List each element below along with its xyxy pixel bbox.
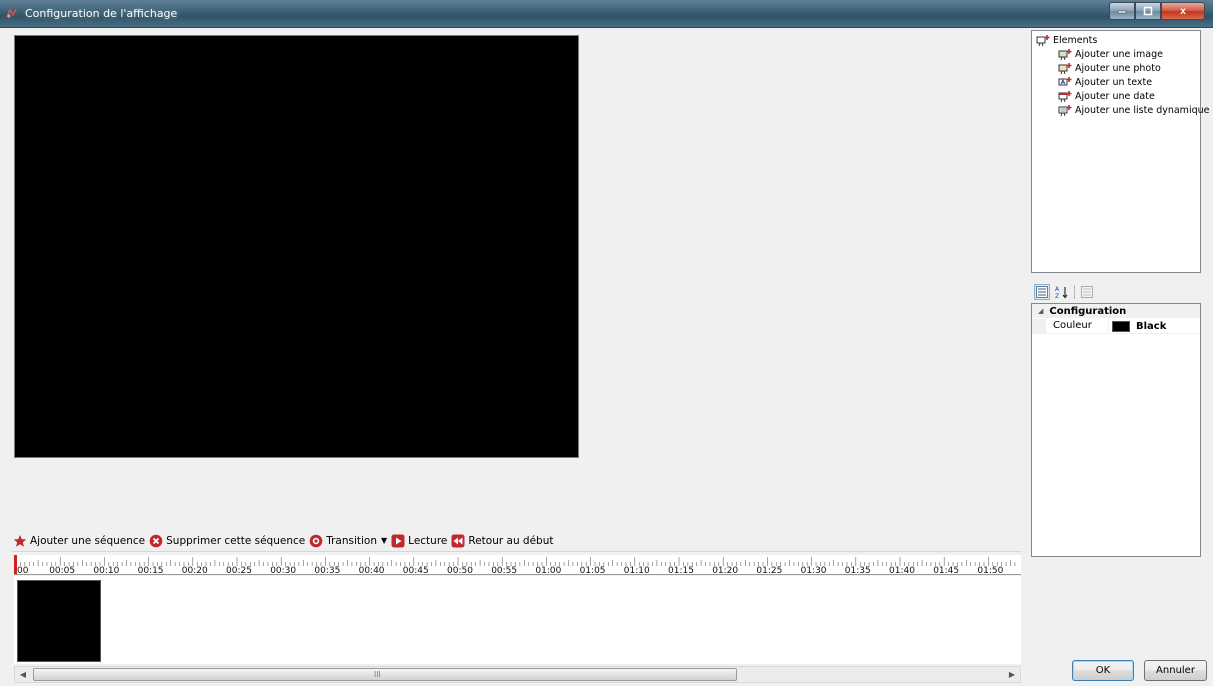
add-list-icon bbox=[1058, 104, 1072, 117]
categorized-view-button[interactable] bbox=[1034, 284, 1050, 300]
scroll-right-icon[interactable]: ▶ bbox=[1004, 667, 1020, 682]
property-value-text: Black bbox=[1136, 320, 1167, 332]
cancel-button[interactable]: Annuler bbox=[1144, 660, 1207, 681]
tree-item-label: Ajouter une date bbox=[1075, 91, 1155, 102]
tree-root-label: Elements bbox=[1053, 35, 1098, 46]
rewind-icon bbox=[451, 534, 465, 548]
add-photo-icon bbox=[1058, 62, 1072, 75]
tree-item-add-text[interactable]: Ajouter un texte bbox=[1058, 76, 1152, 89]
property-name: Couleur bbox=[1032, 319, 1104, 333]
ruler-label: 01:50 bbox=[977, 566, 1003, 575]
tree-item-label: Ajouter un texte bbox=[1075, 77, 1153, 88]
ruler-label: 01:35 bbox=[845, 566, 871, 575]
property-grid: ◢ Configuration Couleur Black bbox=[1031, 303, 1201, 557]
ok-button[interactable]: OK bbox=[1072, 660, 1134, 681]
ruler-label: 00:50 bbox=[447, 566, 473, 575]
transition-dropdown[interactable]: Transition ▼ bbox=[309, 534, 387, 548]
preview-canvas[interactable] bbox=[14, 35, 579, 458]
window-controls: x bbox=[1109, 2, 1205, 20]
property-pages-icon bbox=[1081, 286, 1093, 298]
delete-sequence-button[interactable]: Supprimer cette séquence bbox=[149, 534, 305, 548]
tree-item-label: Ajouter une liste dynamique bbox=[1075, 105, 1210, 116]
property-category-label: Configuration bbox=[1049, 305, 1127, 317]
ruler-label: 01:25 bbox=[756, 566, 782, 575]
ruler-label: 00:40 bbox=[359, 566, 385, 575]
chevron-down-icon: ▼ bbox=[381, 536, 388, 545]
ruler-label: 00:05 bbox=[49, 566, 75, 575]
ruler-label: 00:25 bbox=[226, 566, 252, 575]
tree-item-label: Ajouter une image bbox=[1075, 49, 1163, 60]
ruler-label: 01:15 bbox=[668, 566, 694, 575]
ruler-label: 00 bbox=[17, 566, 29, 575]
sort-az-icon: A Z bbox=[1055, 286, 1068, 299]
transition-icon bbox=[309, 534, 323, 548]
scrollbar-thumb[interactable]: III bbox=[33, 668, 737, 681]
ruler-label: 00:35 bbox=[314, 566, 340, 575]
add-text-icon bbox=[1058, 76, 1072, 89]
ruler-ticks: 00 00:05 00:10 00:15 00:20 00:25 00:30 00:35 00:… bbox=[15, 557, 1016, 575]
tree-item-add-photo[interactable]: Ajouter une photo bbox=[1058, 62, 1161, 75]
tree-root-elements[interactable]: Elements bbox=[1036, 34, 1097, 47]
timeline-scrollbar[interactable]: ◀ III ▶ bbox=[14, 666, 1021, 683]
ruler-label: 00:20 bbox=[182, 566, 208, 575]
title-bar: Configuration de l'affichage x bbox=[0, 0, 1213, 28]
property-grid-toolbar: A Z bbox=[1032, 282, 1202, 302]
ruler-label: 00:45 bbox=[403, 566, 429, 575]
ruler-label: 01:30 bbox=[801, 566, 827, 575]
add-date-icon bbox=[1058, 90, 1072, 103]
alphabetical-sort-button[interactable]: A Z bbox=[1054, 284, 1070, 300]
tree-item-add-image[interactable]: Ajouter une image bbox=[1058, 48, 1163, 61]
ruler-label: 01:45 bbox=[933, 566, 959, 575]
ruler-label: 00:10 bbox=[93, 566, 119, 575]
color-swatch bbox=[1112, 320, 1130, 332]
rewind-label: Retour au début bbox=[468, 534, 554, 547]
sequence-thumbnail[interactable] bbox=[17, 580, 101, 662]
ruler-label: 00:15 bbox=[138, 566, 164, 575]
playhead-marker[interactable] bbox=[14, 555, 17, 574]
delete-sequence-label: Supprimer cette séquence bbox=[166, 534, 306, 547]
toolbar-separator bbox=[1074, 285, 1075, 299]
tree-item-add-dynamic-list[interactable]: Ajouter une liste dynamique bbox=[1058, 104, 1209, 117]
ruler-label: 00:30 bbox=[270, 566, 296, 575]
sequence-track[interactable] bbox=[14, 576, 1021, 664]
svg-text:A: A bbox=[1055, 286, 1060, 293]
rewind-button[interactable]: Retour au début bbox=[451, 534, 554, 548]
property-row-couleur[interactable]: Couleur Black bbox=[1032, 319, 1200, 334]
collapse-icon[interactable]: ◢ bbox=[1038, 307, 1043, 315]
delete-icon bbox=[149, 534, 163, 548]
add-image-icon bbox=[1058, 48, 1072, 61]
ruler-label: 01:10 bbox=[624, 566, 650, 575]
scrollbar-grip: III bbox=[374, 670, 381, 679]
tree-item-add-date[interactable]: Ajouter une date bbox=[1058, 90, 1155, 103]
svg-text:Z: Z bbox=[1055, 293, 1059, 299]
transition-label: Transition bbox=[326, 534, 377, 547]
play-icon bbox=[391, 534, 405, 548]
property-pages-button[interactable] bbox=[1079, 284, 1095, 300]
tree-item-label: Ajouter une photo bbox=[1075, 63, 1161, 74]
timeline-ruler[interactable]: 00 00:05 00:10 00:15 00:20 00:25 00:30 00:35 00:… bbox=[14, 555, 1021, 575]
add-sequence-button[interactable]: Ajouter une séquence bbox=[13, 534, 145, 548]
elements-tree: Elements Ajouter une image Ajouter une p… bbox=[1031, 30, 1209, 273]
close-icon: x bbox=[1180, 5, 1186, 17]
star-icon bbox=[13, 534, 27, 548]
property-value[interactable]: Black bbox=[1108, 319, 1200, 333]
ruler-label: 01:00 bbox=[535, 566, 561, 575]
property-category[interactable]: ◢ Configuration bbox=[1032, 304, 1200, 318]
app-icon bbox=[5, 6, 19, 20]
play-button[interactable]: Lecture bbox=[391, 534, 447, 548]
close-button[interactable]: x bbox=[1161, 2, 1205, 20]
maximize-button[interactable] bbox=[1135, 2, 1161, 20]
window-title: Configuration de l'affichage bbox=[25, 7, 178, 20]
ruler-label: 01:05 bbox=[580, 566, 606, 575]
scroll-left-icon[interactable]: ◀ bbox=[15, 667, 31, 682]
play-label: Lecture bbox=[408, 534, 448, 547]
add-sequence-label: Ajouter une séquence bbox=[30, 534, 146, 547]
elements-icon bbox=[1036, 34, 1050, 47]
minimize-button[interactable] bbox=[1109, 2, 1135, 20]
ruler-label: 01:20 bbox=[712, 566, 738, 575]
ruler-label: 00:55 bbox=[491, 566, 517, 575]
ruler-label: 01:40 bbox=[889, 566, 915, 575]
timeline-toolbar: Ajouter une séquence Supprimer cette séq… bbox=[12, 530, 1021, 552]
categorized-icon bbox=[1036, 286, 1048, 298]
